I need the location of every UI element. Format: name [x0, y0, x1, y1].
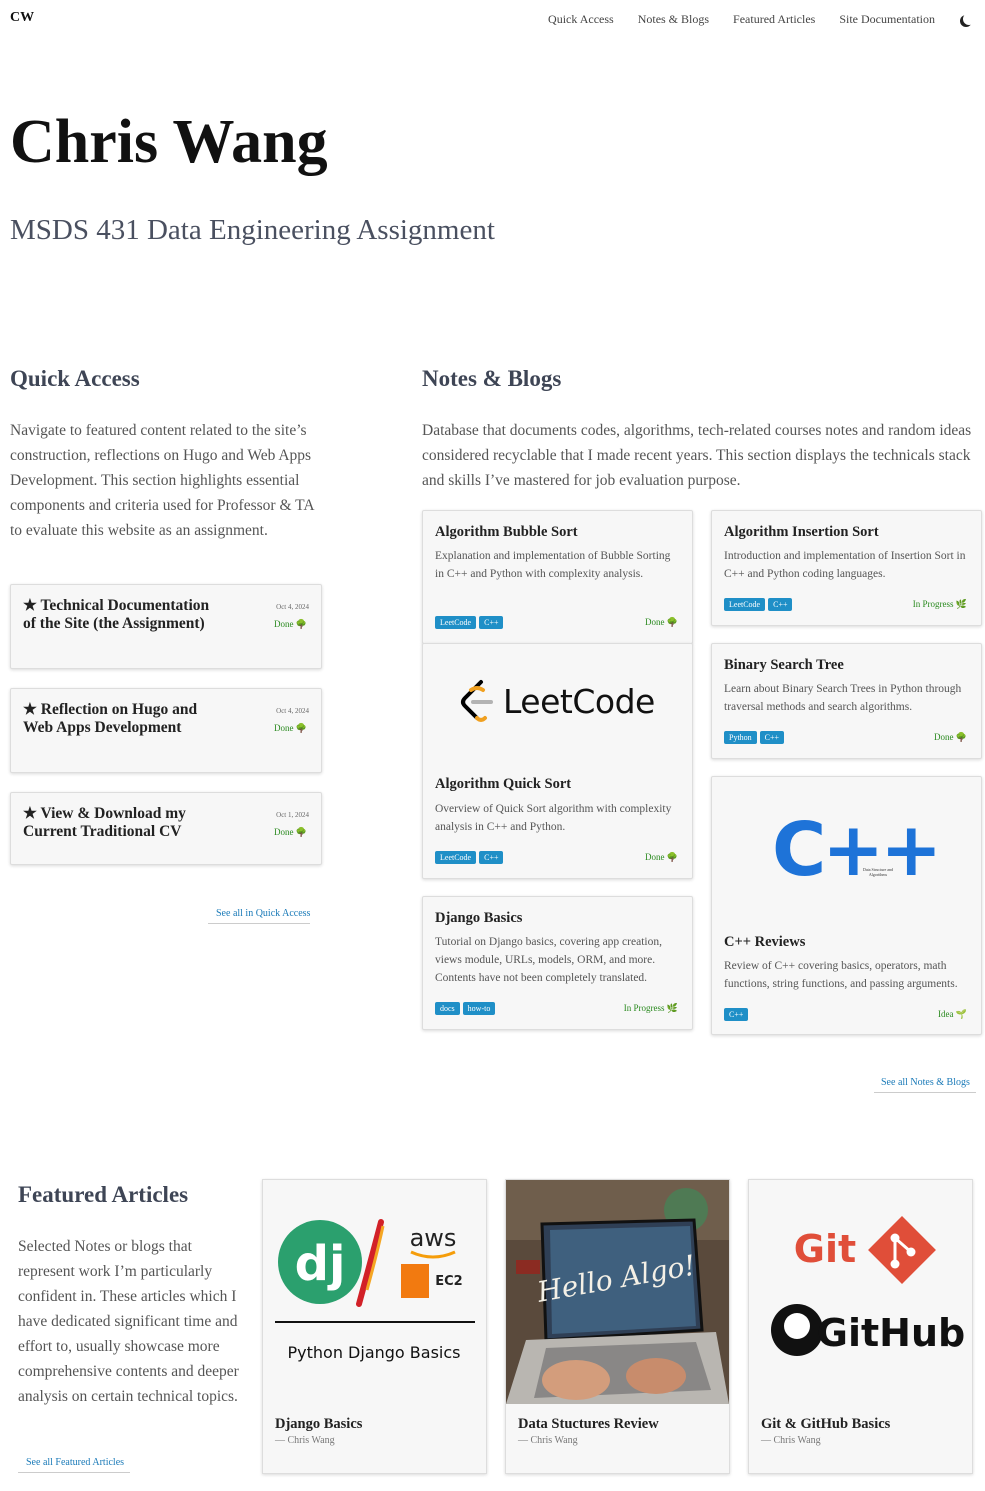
nav-menu: Quick Access Notes & Blogs Featured Arti… — [548, 12, 971, 27]
card-author: — Chris Wang — [761, 1435, 821, 1446]
tag[interactable]: LeetCode — [724, 598, 766, 611]
top-nav: CW Quick Access Notes & Blogs Featured A… — [0, 0, 985, 40]
quick-access-card[interactable]: ★ View & Download my Current Traditional… — [10, 792, 322, 865]
tag[interactable]: how-to — [462, 1002, 496, 1015]
quick-access-section: Quick Access Navigate to featured conten… — [10, 366, 322, 543]
tag-list: Python C++ — [724, 731, 785, 744]
status-badge: Done 🌳 — [645, 852, 678, 862]
card-date: Oct 1, 2024 — [276, 811, 309, 819]
tag[interactable]: docs — [435, 1002, 460, 1015]
quick-access-card[interactable]: ★ Reflection on Hugo and Web Apps Develo… — [10, 688, 322, 773]
status-badge: Done 🌳 — [934, 732, 967, 742]
notes-blogs-section: Notes & Blogs Database that documents co… — [422, 366, 982, 493]
card-description: Introduction and implementation of Inser… — [724, 550, 966, 580]
tag-list: LeetCode C++ — [435, 851, 504, 864]
ec2-label: EC2 — [435, 1274, 462, 1289]
leetcode-wordmark: LeetCode — [503, 681, 655, 721]
leetcode-logo-image: LeetCode — [459, 678, 655, 724]
status-badge: Done 🌳 — [645, 617, 678, 627]
see-all-notes-link[interactable]: See all Notes & Blogs — [874, 1077, 976, 1093]
note-card-quick-sort[interactable]: LeetCode Algorithm Quick Sort Overview o… — [422, 643, 693, 879]
card-title: Django Basics — [275, 1416, 363, 1432]
django-cover-caption: Python Django Basics — [288, 1343, 461, 1362]
card-description: Explanation and implementation of Bubble… — [435, 550, 671, 580]
hello-algo-cover-image: Hello Algo! — [506, 1180, 729, 1404]
card-title: ★ Reflection on Hugo and Web Apps Develo… — [23, 701, 198, 736]
status-badge: Done 🌳 — [274, 827, 307, 837]
cpp-logo-image: C++ — [772, 807, 942, 893]
featured-card-data-structures[interactable]: Hello Algo! Data Stuctures Review — Chri… — [505, 1179, 730, 1474]
featured-card-django[interactable]: dj aws EC2 Python Django Basics Django B… — [262, 1179, 487, 1474]
tag-list: docs how-to — [435, 1002, 496, 1015]
tag-list: C++ — [724, 1008, 749, 1021]
status-badge: Done 🌳 — [274, 723, 307, 733]
tag[interactable]: C++ — [479, 851, 504, 864]
card-title: Django Basics — [435, 910, 523, 926]
note-card-binary-search-tree[interactable]: Binary Search Tree Learn about Binary Se… — [711, 643, 982, 759]
see-all-quick-access-link[interactable]: See all in Quick Access — [208, 908, 311, 924]
card-title: Binary Search Tree — [724, 657, 844, 673]
card-title: Algorithm Bubble Sort — [435, 524, 578, 540]
featured-description: Selected Notes or blogs that represent w… — [18, 1238, 239, 1405]
featured-card-git-github[interactable]: Git GitHub Git & GitHub Basics — Chris W… — [748, 1179, 973, 1474]
tag[interactable]: C++ — [759, 731, 785, 744]
card-description: Review of C++ covering basics, operators… — [724, 960, 958, 990]
leetcode-icon — [461, 680, 493, 722]
tag[interactable]: C++ — [724, 1008, 749, 1021]
status-badge: Idea 🌱 — [938, 1009, 967, 1019]
card-date: Oct 4, 2024 — [276, 707, 309, 715]
status-badge: In Progress 🌿 — [623, 1003, 678, 1013]
note-card-django-basics[interactable]: Django Basics Tutorial on Django basics,… — [422, 896, 693, 1030]
status-badge: In Progress 🌿 — [912, 599, 967, 609]
django-dj-logo: dj — [295, 1236, 346, 1292]
card-description: Learn about Binary Search Trees in Pytho… — [724, 683, 962, 713]
tag[interactable]: C++ — [768, 598, 793, 611]
tag-list: LeetCode C++ — [724, 598, 793, 611]
card-title: ★ View & Download my Current Traditional… — [23, 805, 186, 840]
django-aws-cover-image: dj aws EC2 Python Django Basics — [263, 1180, 486, 1404]
page-subtitle: MSDS 431 Data Engineering Assignment — [10, 214, 495, 246]
page-title: Chris Wang — [10, 108, 328, 176]
quick-access-card[interactable]: ★ Technical Documentation of the Site (t… — [10, 584, 322, 669]
card-description: Tutorial on Django basics, covering app … — [435, 936, 662, 984]
quick-access-heading: Quick Access — [10, 366, 140, 391]
quick-access-description: Navigate to featured content related to … — [10, 422, 314, 539]
card-title: Algorithm Quick Sort — [435, 776, 572, 792]
card-title: Data Stuctures Review — [518, 1416, 659, 1432]
card-author: — Chris Wang — [518, 1435, 578, 1446]
git-wordmark: Git — [794, 1227, 856, 1271]
tag[interactable]: Python — [724, 731, 757, 744]
card-description: Overview of Quick Sort algorithm with co… — [435, 803, 672, 833]
notes-blogs-description: Database that documents codes, algorithm… — [422, 422, 972, 489]
notes-blogs-heading: Notes & Blogs — [422, 366, 562, 391]
github-wordmark: GitHub — [817, 1311, 965, 1355]
card-title: Git & GitHub Basics — [761, 1416, 891, 1432]
card-title: C++ Reviews — [724, 934, 806, 950]
nav-item-site-documentation[interactable]: Site Documentation — [839, 12, 935, 27]
card-author: — Chris Wang — [275, 1435, 335, 1446]
git-github-cover-image: Git GitHub — [749, 1180, 972, 1404]
see-all-featured-link[interactable]: See all Featured Articles — [18, 1457, 131, 1473]
aws-logo-text: aws — [410, 1224, 457, 1252]
note-card-insertion-sort[interactable]: Algorithm Insertion Sort Introduction an… — [711, 510, 982, 626]
cpp-logo-caption: Data Structure and Algorithms — [863, 867, 893, 877]
site-logo[interactable]: CW — [10, 10, 34, 26]
nav-item-notes-blogs[interactable]: Notes & Blogs — [638, 12, 709, 27]
tag[interactable]: LeetCode — [435, 851, 477, 864]
card-title: Algorithm Insertion Sort — [724, 524, 879, 540]
nav-item-featured-articles[interactable]: Featured Articles — [733, 12, 815, 27]
note-card-bubble-sort[interactable]: Algorithm Bubble Sort Explanation and im… — [422, 510, 693, 644]
status-badge: Done 🌳 — [274, 619, 307, 629]
note-card-cpp-reviews[interactable]: C++ Data Structure and Algorithms C++ Re… — [711, 776, 982, 1035]
featured-heading: Featured Articles — [18, 1182, 189, 1207]
card-title: ★ Technical Documentation of the Site (t… — [23, 597, 210, 632]
tag-list: LeetCode C++ — [435, 616, 504, 629]
nav-item-quick-access[interactable]: Quick Access — [548, 12, 614, 27]
tag[interactable]: C++ — [479, 616, 504, 629]
featured-articles-section: Featured Articles Selected Notes or blog… — [18, 1182, 248, 1409]
tag[interactable]: LeetCode — [435, 616, 477, 629]
moon-icon[interactable] — [963, 13, 975, 25]
card-date: Oct 4, 2024 — [276, 603, 309, 611]
